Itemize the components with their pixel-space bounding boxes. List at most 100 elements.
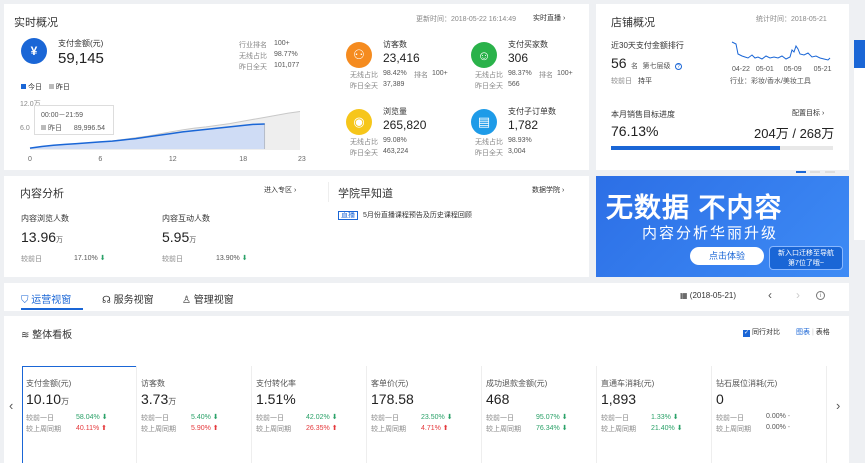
- kpi-card[interactable]: 客单价(元) 178.58 较前一日 23.50% ⬇ 较上周同期 4.71% ⬆: [367, 366, 482, 463]
- kpi-name: 支付金额(元): [26, 379, 72, 388]
- rank-title: 近30天支付金额排行: [611, 41, 684, 50]
- banner-note-line1: 新入口迁移至导航: [778, 250, 834, 257]
- sidebar-tab-active[interactable]: [854, 40, 865, 68]
- kpi-prev-button[interactable]: ‹: [9, 398, 13, 413]
- kpi-card[interactable]: 支付金额(元) 10.10万 较前一日 58.04% ⬇ 较上周同期 40.11% ⬆: [22, 366, 137, 463]
- carousel-dot[interactable]: [810, 171, 821, 173]
- school-item[interactable]: 直播 5月份直播课程预告及历史课程回顾: [338, 210, 472, 220]
- tooltip-swatch: [41, 125, 46, 130]
- tab-active-underline: [21, 308, 83, 310]
- kpi-value: 468: [486, 391, 510, 407]
- metric-row1-label: 无线占比: [350, 139, 378, 146]
- kpi-card[interactable]: 直通车消耗(元) 1,893 较前一日 1.33% ⬇ 较上周同期 21.40% ⬇: [597, 366, 712, 463]
- banner-try-button[interactable]: 点击体验: [690, 247, 764, 265]
- kpi-compare-week: 较上周同期: [256, 426, 291, 433]
- metric-row2-value: 463,224: [383, 148, 409, 155]
- config-target-link[interactable]: 配置目标 ›: [792, 108, 824, 118]
- tab-operation[interactable]: ⛉ 运营视窗: [21, 291, 71, 306]
- view-table-button[interactable]: 表格: [816, 329, 830, 336]
- rank-unit: 名: [631, 63, 639, 70]
- checkbox-checked-icon[interactable]: ✓: [743, 330, 750, 337]
- view-separator: |: [811, 329, 814, 336]
- kpi-compare-week: 较上周同期: [371, 426, 406, 433]
- kpi-name: 支付转化率: [256, 379, 296, 388]
- x-tick: 0: [28, 156, 32, 163]
- arrow-down-icon: ⬇: [97, 255, 106, 262]
- update-time: 更新时间：2018-05-22 16:14:49: [416, 16, 516, 23]
- metric-row1-value2: 100+: [432, 70, 448, 77]
- kpi-compare-day-pct: 1.33% ⬇: [651, 414, 679, 421]
- view-chart-button[interactable]: 图表: [796, 329, 810, 336]
- kpi-value: 10.10万: [26, 391, 70, 407]
- carousel-dot-active[interactable]: [796, 171, 806, 173]
- rank-compare-value: 持平: [637, 78, 652, 85]
- pay-yesterday-value: 101,077: [274, 62, 300, 69]
- kpi-card[interactable]: 支付转化率 1.51% 较前一日 42.02% ⬇ 较上周同期 26.35% ⬆: [252, 366, 367, 463]
- kpi-next-button[interactable]: ›: [836, 398, 840, 413]
- metric-row1-value2: 100+: [557, 70, 573, 77]
- pay-wireless-label: 无线占比: [239, 53, 267, 60]
- metric-row2-label: 昨日全天: [475, 150, 503, 157]
- peer-compare-toggle[interactable]: ✓ 同行对比: [743, 327, 780, 337]
- help-icon[interactable]: ?: [674, 63, 682, 70]
- banner-headline: 无数据 不内容: [606, 193, 783, 223]
- eye-icon: ◉: [346, 109, 372, 135]
- arrow-down-icon: ⬇: [559, 414, 568, 421]
- metric-row2-label: 昨日全天: [350, 83, 378, 90]
- legend-yesterday-swatch: [48, 84, 54, 89]
- mini-tick: 05-09: [783, 66, 802, 73]
- yuan-icon: ¥: [21, 38, 47, 64]
- kpi-compare-week-pct: 76.34% ⬇: [536, 425, 568, 432]
- metric-row1-label: 无线占比: [475, 72, 503, 79]
- promo-banner[interactable]: 无数据 不内容 内容分析华丽升级 点击体验 新入口迁移至导航 第7位了哦~: [596, 176, 849, 277]
- pay-industry-rank-value: 100+: [274, 40, 290, 47]
- mini-tick: 04-22: [732, 66, 750, 73]
- kpi-compare-week: 较上周同期: [26, 426, 61, 433]
- person-icon: ♙: [182, 295, 191, 306]
- shield-icon: ⛉: [21, 295, 29, 306]
- shop-industry: 行业：彩妆/香水/美妆工具: [730, 78, 811, 85]
- carousel-dot[interactable]: [824, 171, 835, 173]
- content-interact-pct: 13.90% ⬇: [216, 255, 248, 262]
- shop-stats-date: 统计时间：2018-05-21: [756, 16, 827, 23]
- legend-today-label: 今日: [27, 84, 42, 91]
- kpi-card[interactable]: 成功退款金额(元) 468 较前一日 95.07% ⬇ 较上周同期 76.34% ⬇: [482, 366, 597, 463]
- kpi-compare-week: 较上周同期: [486, 426, 521, 433]
- kpi-compare-day-pct: 95.07% ⬇: [536, 414, 568, 421]
- tab-management[interactable]: ♙ 管理视窗: [182, 291, 234, 306]
- kpi-card[interactable]: 钻石展位消耗(元) 0 较前一日 0.00% - 较上周同期 0.00% -: [712, 366, 827, 463]
- kpi-name: 钻石展位消耗(元): [716, 379, 778, 388]
- content-viewers-compare: 较前日: [21, 256, 42, 263]
- content-title: 内容分析: [20, 188, 64, 200]
- mini-ticks: 04-22 05-01 05-09 05-21: [732, 66, 831, 73]
- progress-target: 268万: [799, 126, 835, 141]
- kpi-compare-day: 较前一日: [716, 415, 744, 422]
- shop-card: 店铺概况 统计时间：2018-05-21 近30天支付金额排行 56 名 第七层…: [596, 4, 849, 173]
- info-icon[interactable]: i: [816, 291, 825, 300]
- content-viewers-value: 13.96万: [21, 229, 64, 245]
- enter-zone-link[interactable]: 进入专区 ›: [264, 185, 296, 195]
- tab-service[interactable]: ☊ 服务视窗: [102, 291, 154, 306]
- live-link[interactable]: 实时直播 ›: [533, 13, 565, 23]
- shop-title: 店铺概况: [611, 17, 655, 29]
- metric-row1-value: 98.93%: [508, 137, 532, 144]
- date-picker[interactable]: ▦ (2018-05-21): [680, 291, 736, 300]
- kpi-compare-day: 较前一日: [371, 415, 399, 422]
- data-school-link[interactable]: 数据学院 ›: [532, 185, 564, 195]
- next-date-button[interactable]: ›: [796, 288, 800, 302]
- arrow-down-icon: ⬇: [559, 425, 568, 432]
- kpi-compare-day: 较前一日: [486, 415, 514, 422]
- pay-amount-label: 支付金额(元): [58, 39, 104, 48]
- arrow-down-icon: ⬇: [444, 414, 453, 421]
- chevron-right-icon: ›: [560, 187, 565, 194]
- prev-date-button[interactable]: ‹: [768, 288, 772, 302]
- kpi-value: 1.51%: [256, 391, 296, 407]
- kpi-card[interactable]: 访客数 3.73万 较前一日 5.40% ⬇ 较上周同期 5.90% ⬆: [137, 366, 252, 463]
- rank-line: 56 名 第七层级 ?: [611, 55, 682, 73]
- arrow-down-icon: ⬇: [210, 414, 219, 421]
- kpi-value: 0: [716, 391, 724, 407]
- kpi-value: 178.58: [371, 391, 414, 407]
- metric-name: 支付买家数: [508, 40, 548, 49]
- arrow-down-icon: ⬇: [674, 425, 683, 432]
- metric-row1-value: 98.37%: [508, 70, 532, 77]
